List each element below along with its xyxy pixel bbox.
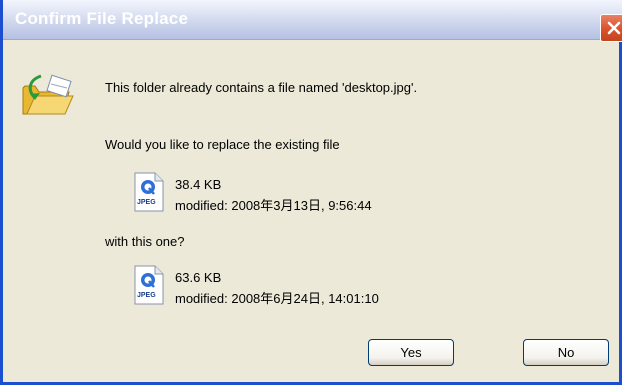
existing-file-icon: JPEG [133,172,165,216]
folder-icon [21,74,77,122]
new-file-icon: JPEG [133,265,165,309]
yes-button[interactable]: Yes [368,339,454,366]
question-text: Would you like to replace the existing f… [105,137,340,152]
existing-file-modified: modified: 2008年3月13日, 9:56:44 [175,198,372,213]
new-file-size: 63.6 KB [175,270,222,285]
confirm-file-replace-dialog: Confirm File Replace This folder already… [0,0,622,385]
existing-file-size: 38.4 KB [175,177,222,192]
dialog-title: Confirm File Replace [15,9,189,28]
new-file-modified: modified: 2008年6月24日, 14:01:10 [175,291,379,306]
no-button[interactable]: No [523,339,609,366]
close-icon [607,21,621,35]
message-text: This folder already contains a file name… [105,80,418,95]
existing-file-icon-label: JPEG [137,199,156,206]
close-button[interactable] [600,14,622,42]
new-file-icon-label: JPEG [137,292,156,299]
title-bar[interactable]: Confirm File Replace [3,0,622,42]
with-text: with this one? [105,234,185,249]
